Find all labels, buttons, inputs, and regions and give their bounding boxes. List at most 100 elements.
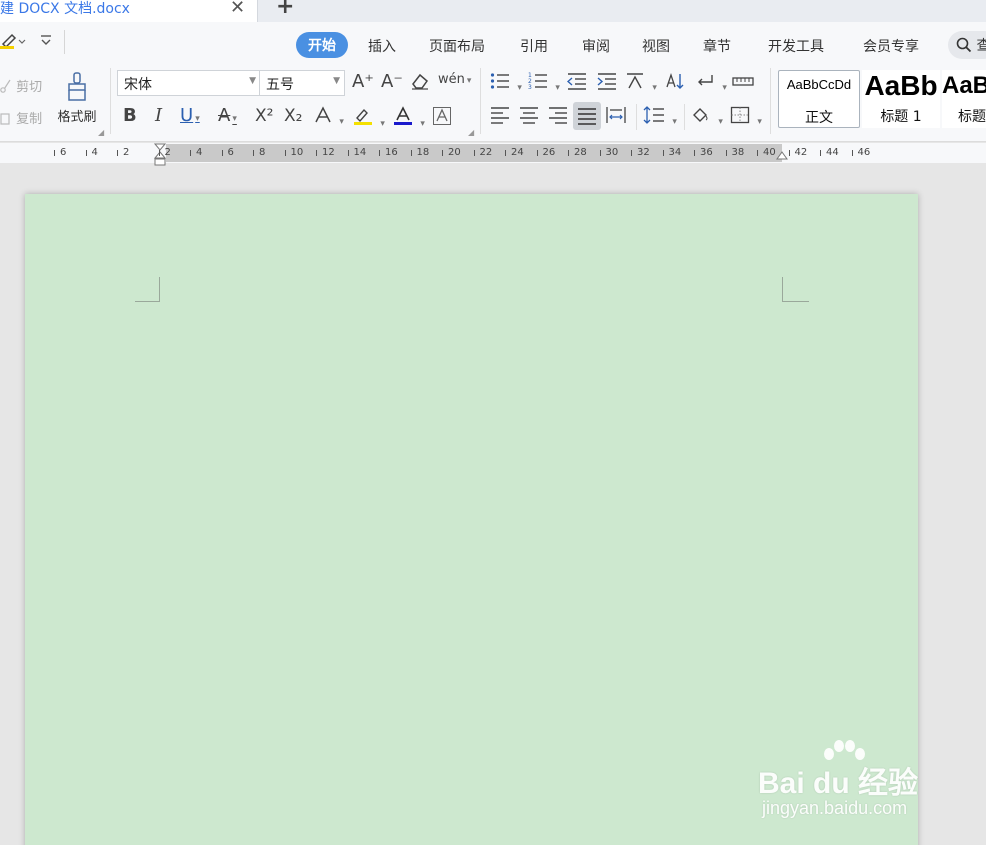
- font-family-select[interactable]: 宋体 ▼: [117, 70, 261, 96]
- search-icon: [956, 37, 972, 53]
- table-ruler-icon[interactable]: [732, 72, 754, 95]
- watermark-url: jingyan.baidu.com: [762, 798, 908, 818]
- menu-bar: 开始 插入 页面布局 引用 审阅 视图 章节 开发工具 会员专享 查: [0, 22, 986, 66]
- bullet-list-icon[interactable]: [490, 72, 522, 98]
- bold-icon[interactable]: B: [123, 106, 137, 126]
- highlight-color-icon[interactable]: [353, 106, 385, 134]
- copy-icon: [0, 113, 10, 125]
- style-heading-1[interactable]: AaBb 标题 1: [862, 70, 940, 128]
- italic-icon[interactable]: I: [155, 106, 162, 126]
- ruler-label: 32: [637, 147, 650, 158]
- tab-section[interactable]: 章节: [703, 36, 731, 56]
- tab-page-layout[interactable]: 页面布局: [429, 36, 485, 56]
- superscript-icon[interactable]: X²: [255, 106, 273, 126]
- ruler-tick: [158, 150, 160, 156]
- customize-quick-access-icon[interactable]: [40, 32, 52, 52]
- align-right-icon[interactable]: [548, 106, 568, 129]
- phonetic-guide-icon[interactable]: wén: [438, 70, 471, 91]
- inline-divider: [684, 104, 685, 130]
- clear-format-icon[interactable]: [410, 72, 430, 95]
- increase-indent-icon[interactable]: [597, 72, 617, 95]
- ruler-tick: [536, 150, 538, 156]
- horizontal-ruler[interactable]: 6 4 2 2 4 6 8 10 12 14 16 18 20 22 24 26 28 30 32 34 36 38 40 4…: [0, 143, 986, 166]
- ruler-tick: [316, 150, 317, 156]
- font-color-icon[interactable]: [393, 106, 425, 134]
- grow-font-icon[interactable]: A⁺: [352, 72, 374, 92]
- distributed-align-icon[interactable]: [606, 106, 626, 129]
- right-indent-marker-icon[interactable]: [776, 151, 788, 161]
- font-size-select[interactable]: 五号 ▼: [259, 70, 345, 96]
- ruler-tick: [442, 150, 443, 156]
- ruler-label: 22: [479, 147, 493, 158]
- subscript-icon[interactable]: X₂: [284, 106, 302, 126]
- ruler-tick: [347, 150, 349, 156]
- tab-review[interactable]: 审阅: [582, 36, 610, 56]
- ruler-tick: [757, 150, 758, 156]
- ruler-tick: [631, 150, 632, 156]
- ruler-tick: [117, 150, 118, 156]
- ruler-tick: [54, 150, 55, 156]
- line-spacing-icon[interactable]: [643, 106, 677, 132]
- style-heading-2[interactable]: AaB 标题: [942, 70, 986, 128]
- ruler-label: 6: [60, 147, 67, 158]
- style-name: 标题: [958, 109, 986, 125]
- align-center-icon[interactable]: [519, 106, 539, 129]
- cut-button[interactable]: 剪切: [0, 76, 42, 95]
- shrink-font-icon[interactable]: A⁻: [381, 72, 403, 92]
- tab-references[interactable]: 引用: [520, 36, 548, 56]
- format-painter-button[interactable]: 格式刷: [54, 70, 100, 128]
- chevron-down-icon: ▼: [333, 76, 340, 86]
- document-tab[interactable]: 建 DOCX 文档.docx ✕: [0, 0, 258, 22]
- style-name: 标题 1: [880, 109, 922, 125]
- inline-divider: [636, 104, 637, 130]
- close-tab-icon[interactable]: ✕: [230, 0, 245, 18]
- crop-mark: [135, 301, 160, 302]
- sort-icon[interactable]: [665, 72, 685, 95]
- chevron-down-icon: ▼: [249, 76, 256, 86]
- group-divider: [110, 68, 111, 134]
- justify-icon[interactable]: [573, 102, 601, 130]
- decrease-indent-icon[interactable]: [566, 72, 587, 95]
- show-hide-marks-icon[interactable]: [695, 72, 727, 98]
- crop-mark: [782, 301, 809, 302]
- quick-access-divider: [64, 30, 65, 54]
- ruler-label: 8: [259, 147, 266, 158]
- style-normal[interactable]: AaBbCcDd 正文: [778, 70, 860, 128]
- ruler-tick: [725, 150, 727, 156]
- tab-home[interactable]: 开始: [296, 32, 348, 58]
- ruler-label: 18: [416, 147, 430, 158]
- tab-view[interactable]: 视图: [642, 36, 670, 56]
- copy-button[interactable]: 复制: [0, 108, 42, 127]
- font-family-value: 宋体: [124, 77, 152, 93]
- group-divider: [770, 68, 771, 134]
- ruler-label: 40: [763, 147, 776, 158]
- borders-icon[interactable]: [730, 106, 762, 132]
- style-name: 正文: [805, 110, 833, 126]
- ruler-label: 30: [605, 147, 619, 158]
- font-launcher-icon[interactable]: ◢: [468, 128, 474, 137]
- ruler-label: 2: [123, 147, 130, 158]
- clipboard-launcher-icon[interactable]: ◢: [98, 128, 104, 137]
- ruler-label: 42: [794, 147, 808, 158]
- tab-insert[interactable]: 插入: [368, 36, 396, 56]
- ruler-label: 36: [700, 147, 713, 158]
- highlighter-quick-icon[interactable]: [0, 30, 26, 54]
- strikethrough-icon[interactable]: A: [218, 106, 237, 129]
- ruler-tick: [820, 150, 821, 156]
- text-effect-icon[interactable]: [314, 106, 344, 132]
- tab-developer[interactable]: 开发工具: [768, 36, 824, 56]
- ruler-tick: [190, 150, 191, 156]
- shading-icon[interactable]: [691, 106, 723, 132]
- character-border-icon[interactable]: [432, 106, 452, 131]
- align-left-icon[interactable]: [490, 106, 510, 129]
- ruler-label: 6: [227, 147, 234, 158]
- new-tab-icon[interactable]: +: [276, 0, 294, 19]
- numbered-list-icon[interactable]: 123: [528, 72, 560, 98]
- svg-text:3: 3: [528, 84, 532, 90]
- underline-icon[interactable]: U: [180, 106, 200, 129]
- search-button[interactable]: 查: [948, 31, 986, 59]
- tab-member[interactable]: 会员专享: [863, 36, 919, 56]
- chinese-layout-icon[interactable]: [625, 72, 657, 98]
- ruler-label: 28: [574, 147, 587, 158]
- ruler-label: 34: [668, 147, 682, 158]
